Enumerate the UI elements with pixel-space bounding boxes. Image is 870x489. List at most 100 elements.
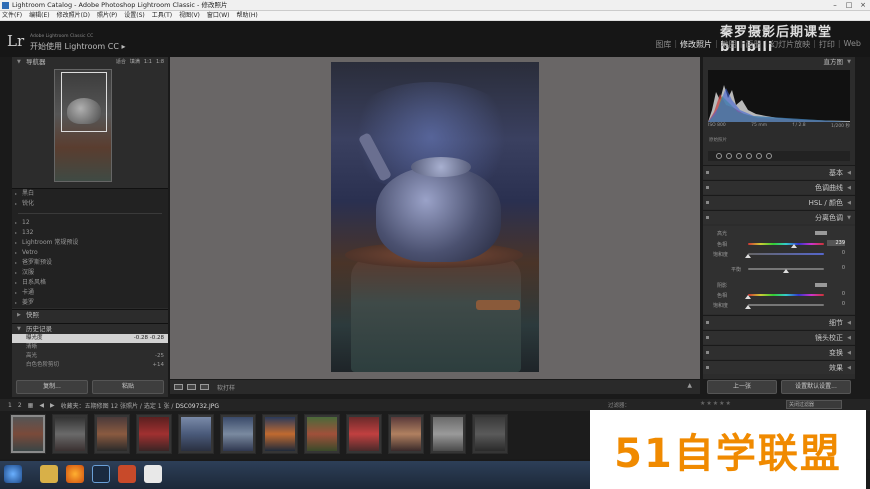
menu-tools[interactable]: 工具(T) bbox=[152, 11, 172, 20]
menu-window[interactable]: 窗口(W) bbox=[207, 11, 230, 20]
identity-title[interactable]: 开始使用 Lightroom CC ▸ bbox=[30, 41, 125, 52]
copy-button[interactable]: 复制... bbox=[16, 380, 88, 394]
paste-button[interactable]: 粘贴 bbox=[92, 380, 164, 394]
filmstrip-thumb[interactable] bbox=[304, 414, 340, 454]
panel-toggle-icon[interactable] bbox=[706, 366, 709, 369]
shadow-hue-slider-knob[interactable] bbox=[745, 295, 751, 299]
page-1-button[interactable]: 1 bbox=[8, 402, 12, 409]
shadow-color-swatch[interactable] bbox=[815, 283, 827, 287]
close-button[interactable]: × bbox=[856, 0, 870, 11]
shadow-saturation-slider-knob[interactable] bbox=[745, 305, 751, 309]
set-default-button[interactable]: 设置默认设置... bbox=[781, 380, 851, 394]
history-step[interactable]: 白色色阶剪切 +14 bbox=[12, 361, 168, 370]
panel-toggle-icon[interactable] bbox=[706, 336, 709, 339]
preset-folder[interactable]: 锐化 bbox=[12, 199, 168, 209]
preset-folder[interactable]: 12 bbox=[12, 218, 168, 228]
softproof-checkbox[interactable]: 软打样 bbox=[217, 383, 235, 392]
preset-folder[interactable]: Lightroom 常规预设 bbox=[12, 238, 168, 248]
module-slideshow[interactable]: 幻灯片放映 bbox=[767, 39, 813, 50]
app-taskbar-icon[interactable] bbox=[144, 465, 162, 483]
filmstrip-thumb[interactable] bbox=[220, 414, 256, 454]
navigator-header[interactable]: ▼ 导航器 适合 填满 1:1 1:8 bbox=[12, 57, 168, 67]
red-eye-icon[interactable] bbox=[736, 153, 742, 159]
preset-folder[interactable]: 132 bbox=[12, 228, 168, 238]
loupe-view-icon[interactable] bbox=[174, 384, 183, 390]
powerpoint-icon[interactable] bbox=[118, 465, 136, 483]
filmstrip-thumb[interactable] bbox=[136, 414, 172, 454]
filmstrip-thumb[interactable] bbox=[430, 414, 466, 454]
filter-select[interactable]: 关闭过滤器 bbox=[786, 400, 842, 409]
filmstrip-thumb[interactable] bbox=[178, 414, 214, 454]
filmstrip-thumb[interactable] bbox=[52, 414, 88, 454]
maximize-button[interactable]: □ bbox=[842, 0, 856, 11]
saturation-slider-track[interactable] bbox=[748, 253, 824, 255]
panel-toggle-icon[interactable] bbox=[706, 186, 709, 189]
filmstrip-source[interactable]: 收藏夹：五期修图 12 张照片 / 选定 1 张 / DSC09732.JPG bbox=[61, 401, 219, 410]
menu-view[interactable]: 视图(V) bbox=[179, 11, 200, 20]
filmstrip-thumb[interactable] bbox=[262, 414, 298, 454]
zoom-fit[interactable]: 适合 bbox=[116, 57, 126, 67]
back-arrow-icon[interactable]: ◀ bbox=[39, 402, 44, 409]
grid-icon[interactable]: ▦ bbox=[28, 402, 34, 409]
forward-arrow-icon[interactable]: ▶ bbox=[50, 402, 55, 409]
snapshots-header[interactable]: ▶ 快照 bbox=[12, 309, 168, 321]
module-library[interactable]: 图库 bbox=[652, 39, 674, 50]
preset-folder[interactable]: 汉服 bbox=[12, 268, 168, 278]
history-step[interactable]: 高光 -25 bbox=[12, 352, 168, 361]
filmstrip-thumb[interactable] bbox=[388, 414, 424, 454]
crop-tool-icon[interactable] bbox=[716, 153, 722, 159]
balance-slider-knob[interactable] bbox=[783, 269, 789, 273]
zoom-1-8[interactable]: 1:8 bbox=[156, 57, 164, 67]
original-photo-checkbox[interactable]: 原始照片 bbox=[709, 137, 727, 143]
graduated-filter-icon[interactable] bbox=[746, 153, 752, 159]
previous-button[interactable]: 上一张 bbox=[707, 380, 777, 394]
section-hsl[interactable]: HSL / 颜色 ◀ bbox=[703, 195, 855, 209]
page-2-button[interactable]: 2 bbox=[18, 402, 22, 409]
preset-folder[interactable]: 姜罗 bbox=[12, 298, 168, 308]
zoom-fill[interactable]: 填满 bbox=[130, 57, 140, 67]
before-after-split-icon[interactable] bbox=[200, 384, 209, 390]
menu-develop[interactable]: 修改照片(D) bbox=[57, 11, 90, 20]
file-explorer-icon[interactable] bbox=[40, 465, 58, 483]
toolbar-menu-icon[interactable]: ▲ bbox=[687, 382, 692, 389]
section-transform[interactable]: 变换 ◀ bbox=[703, 345, 855, 359]
before-after-icon[interactable] bbox=[187, 384, 196, 390]
preset-folder[interactable]: 爸罗斯预设 bbox=[12, 258, 168, 268]
shadow-hue-value[interactable]: 0 bbox=[827, 291, 845, 297]
panel-toggle-icon[interactable] bbox=[706, 216, 709, 219]
hue-slider-knob[interactable] bbox=[791, 244, 797, 248]
zoom-1-1[interactable]: 1:1 bbox=[144, 57, 152, 67]
filmstrip-thumb[interactable] bbox=[10, 414, 46, 454]
balance-value[interactable]: 0 bbox=[827, 265, 845, 271]
hue-value[interactable]: 239 bbox=[827, 240, 845, 246]
menu-edit[interactable]: 编辑(E) bbox=[29, 11, 49, 20]
histogram-header[interactable]: 直方图 ▼ bbox=[703, 57, 855, 67]
firefox-icon[interactable] bbox=[66, 465, 84, 483]
history-step[interactable]: 曝光度 -0.28 -0.28 bbox=[12, 334, 168, 343]
saturation-value[interactable]: 0 bbox=[827, 250, 845, 256]
adjustment-brush-icon[interactable] bbox=[766, 153, 772, 159]
preset-folder[interactable]: Vetro bbox=[12, 248, 168, 258]
section-tone-curve[interactable]: 色调曲线 ◀ bbox=[703, 180, 855, 194]
main-photo[interactable] bbox=[331, 62, 539, 372]
shadow-saturation-value[interactable]: 0 bbox=[827, 301, 845, 307]
saturation-slider-knob[interactable] bbox=[745, 254, 751, 258]
preset-folder[interactable]: 卡通 bbox=[12, 288, 168, 298]
spot-removal-icon[interactable] bbox=[726, 153, 732, 159]
section-basic[interactable]: 基本 ◀ bbox=[703, 165, 855, 179]
module-develop[interactable]: 修改照片 bbox=[677, 39, 715, 50]
menu-photo[interactable]: 照片(P) bbox=[97, 11, 117, 20]
menu-file[interactable]: 文件(F) bbox=[2, 11, 22, 20]
history-header[interactable]: ▼ 历史记录 bbox=[12, 324, 168, 334]
rating-filter[interactable]: ★★★★★ bbox=[700, 400, 732, 407]
menu-settings[interactable]: 设置(S) bbox=[124, 11, 145, 20]
navigator-frame[interactable] bbox=[61, 72, 107, 132]
module-print[interactable]: 打印 bbox=[816, 39, 838, 50]
preset-folder[interactable]: 黑白 bbox=[12, 189, 168, 199]
panel-toggle-icon[interactable] bbox=[706, 351, 709, 354]
radial-filter-icon[interactable] bbox=[756, 153, 762, 159]
hue-slider-track[interactable] bbox=[748, 243, 824, 245]
section-split-toning[interactable]: 分离色调 ▼ bbox=[703, 210, 855, 224]
menu-help[interactable]: 帮助(H) bbox=[237, 11, 258, 20]
panel-toggle-icon[interactable] bbox=[706, 201, 709, 204]
